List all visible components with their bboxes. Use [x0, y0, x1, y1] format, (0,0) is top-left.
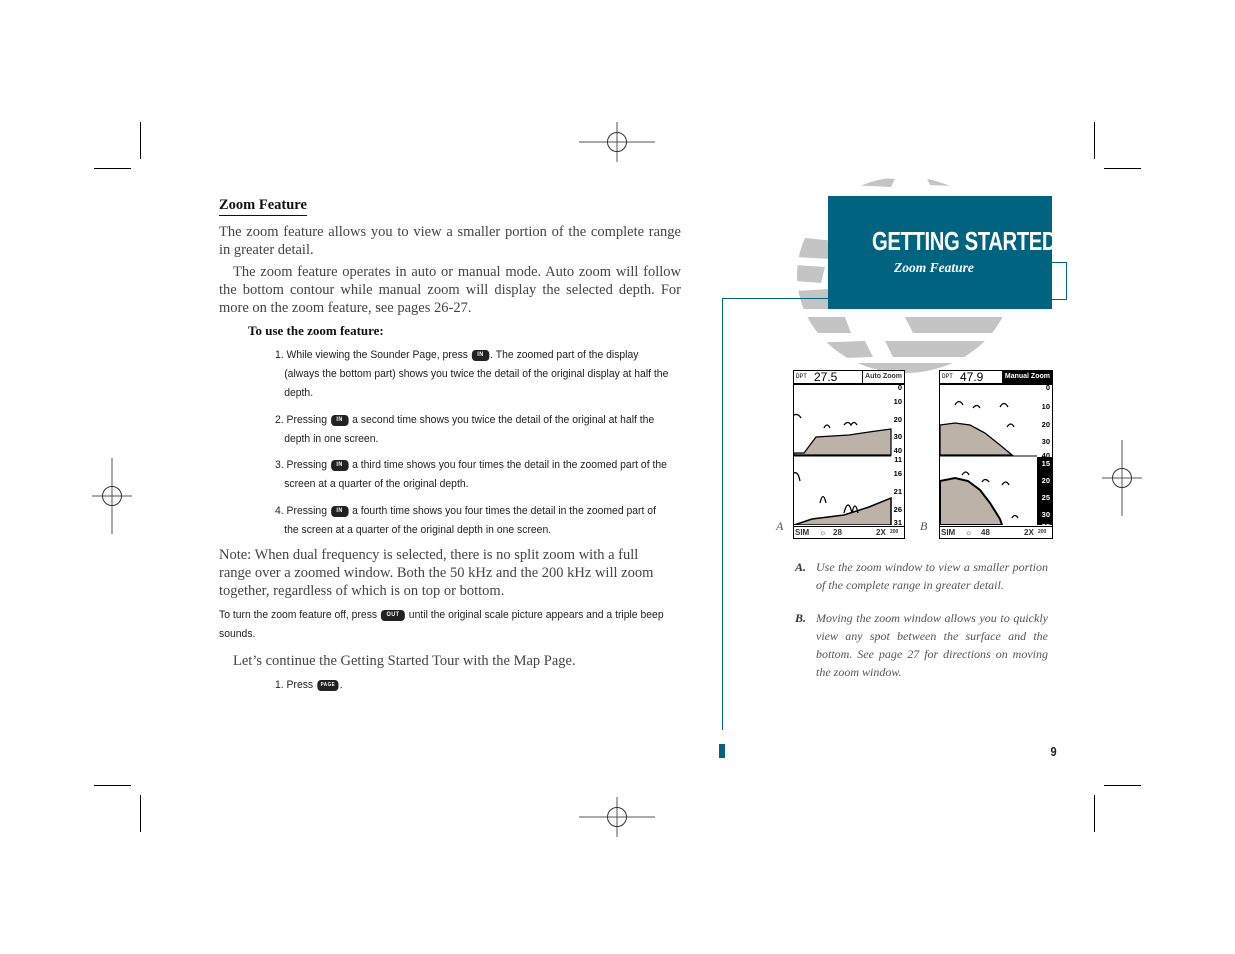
crop-mark — [94, 168, 131, 169]
zoom-level: 2X — [1024, 528, 1034, 537]
final-step: 1. Press PAGE. — [275, 679, 343, 691]
step-item: 2. Pressing IN a second time shows you t… — [275, 414, 655, 445]
water-temp-readout: 28 — [833, 528, 842, 537]
sonar-returns — [794, 413, 892, 525]
registration-mark-icon — [579, 797, 655, 837]
figure-caption: A. Use the zoom window to view a smaller… — [795, 558, 1048, 594]
procedure-heading: To use the zoom feature: — [248, 323, 384, 338]
in-key-icon: IN — [330, 414, 349, 426]
crop-mark — [140, 122, 141, 159]
scale-tick: 16 — [893, 469, 902, 478]
chapter-title: GETTING STARTED — [872, 226, 1057, 256]
water-temp-readout: 48 — [981, 528, 990, 537]
scale-tick: 10 — [1041, 402, 1050, 411]
chapter-subtitle: Zoom Feature — [894, 260, 974, 275]
scale-tick: 25 — [1041, 493, 1050, 502]
page-key-icon: PAGE — [316, 679, 339, 691]
step-item: 4. Pressing IN a fourth time shows you f… — [275, 505, 656, 536]
scale-tick: 0 — [1045, 383, 1050, 392]
sounder-screen-auto-zoom: DPT 27.5 Auto Zoom 0 10 20 30 40 11 16 2… — [793, 370, 905, 539]
zoom-level: 2X — [876, 528, 886, 537]
crop-mark — [1104, 168, 1141, 169]
scale-tick: 30 — [893, 432, 902, 441]
step-item: 3. Pressing IN a third time shows you fo… — [275, 459, 667, 490]
screen-status-bar: SIM ☼ 28 2X 200 — [794, 526, 904, 538]
caption-label: B. — [795, 611, 807, 625]
modes-paragraph: The zoom feature operates in auto or man… — [219, 264, 681, 316]
scale-tick: 20 — [1041, 420, 1050, 429]
sonar-returns — [940, 400, 1052, 525]
scale-tick: 0 — [897, 383, 902, 392]
scale-tick: 20 — [893, 415, 902, 424]
crop-mark — [1104, 785, 1141, 786]
caption-text: Moving the zoom window allows you to qui… — [816, 611, 1048, 679]
figure-caption: B. Moving the zoom window allows you to … — [795, 609, 1048, 681]
page-number: 9 — [1050, 744, 1057, 759]
sounder-screen-manual-zoom: DPT 47.9 Manual Zoom 0 10 20 30 40 15 20… — [939, 370, 1053, 539]
registration-mark-icon — [579, 122, 655, 162]
page-tab-marker — [719, 744, 725, 758]
scale-tick: 10 — [893, 397, 902, 406]
water-temp-icon: ☼ — [965, 528, 973, 537]
figure-label: A — [776, 519, 784, 533]
scale-tick: 21 — [893, 487, 902, 496]
depth-readout: 27.5 — [814, 370, 838, 384]
crop-mark — [1094, 795, 1095, 832]
scale-tick: 30 — [1041, 510, 1050, 519]
water-temp-icon: ☼ — [819, 528, 827, 537]
caption-text: Use the zoom window to view a smaller po… — [816, 560, 1048, 592]
scale-tick: 20 — [1041, 476, 1050, 485]
crop-mark — [140, 795, 141, 832]
sim-indicator: SIM — [795, 528, 810, 537]
depth-label: DPT — [796, 373, 807, 380]
zoom-mode-label: Auto Zoom — [862, 371, 904, 383]
depth-readout: 47.9 — [960, 370, 984, 384]
continue-paragraph: Let’s continue the Getting Started Tour … — [233, 653, 576, 669]
dual-frequency-note: Note: When dual frequency is selected, t… — [219, 547, 654, 599]
registration-mark-icon — [1102, 440, 1142, 516]
depth-label: DPT — [942, 373, 953, 380]
out-key-icon: OUT — [380, 609, 405, 621]
section-heading: Zoom Feature — [219, 196, 307, 216]
in-key-icon: IN — [471, 349, 490, 361]
scale-tick: 30 — [1041, 437, 1050, 446]
step-item: 1. While viewing the Sounder Page, press… — [275, 349, 669, 399]
scale-tick: 11 — [894, 455, 902, 464]
screen-header: DPT 27.5 Auto Zoom — [794, 371, 904, 385]
figure-label: B — [920, 519, 928, 533]
zoom-mode-label: Manual Zoom — [1001, 371, 1052, 383]
screen-status-bar: SIM ☼ 48 2X 200 — [940, 526, 1052, 538]
in-key-icon: IN — [330, 459, 349, 471]
chapter-banner: GETTING STARTED Zoom Feature — [828, 196, 1057, 309]
frequency-readout: 200 — [1038, 529, 1047, 535]
banner-frame-rule — [1052, 262, 1067, 300]
frequency-readout: 200 — [890, 529, 899, 535]
caption-label: A. — [795, 560, 807, 574]
intro-paragraph: The zoom feature allows you to view a sm… — [219, 224, 681, 258]
scale-tick: 26 — [893, 505, 902, 514]
screen-header: DPT 47.9 Manual Zoom — [940, 371, 1052, 385]
registration-mark-icon — [92, 458, 132, 534]
divider-rule — [722, 298, 828, 299]
sim-indicator: SIM — [941, 528, 956, 537]
turn-off-instruction: To turn the zoom feature off, press OUT … — [219, 609, 664, 640]
crop-mark — [94, 785, 131, 786]
crop-mark — [1094, 122, 1095, 159]
in-key-icon: IN — [330, 505, 349, 517]
scale-tick: 40 — [893, 446, 902, 455]
divider-rule — [722, 298, 723, 730]
scale-tick: 15 — [1041, 459, 1050, 468]
